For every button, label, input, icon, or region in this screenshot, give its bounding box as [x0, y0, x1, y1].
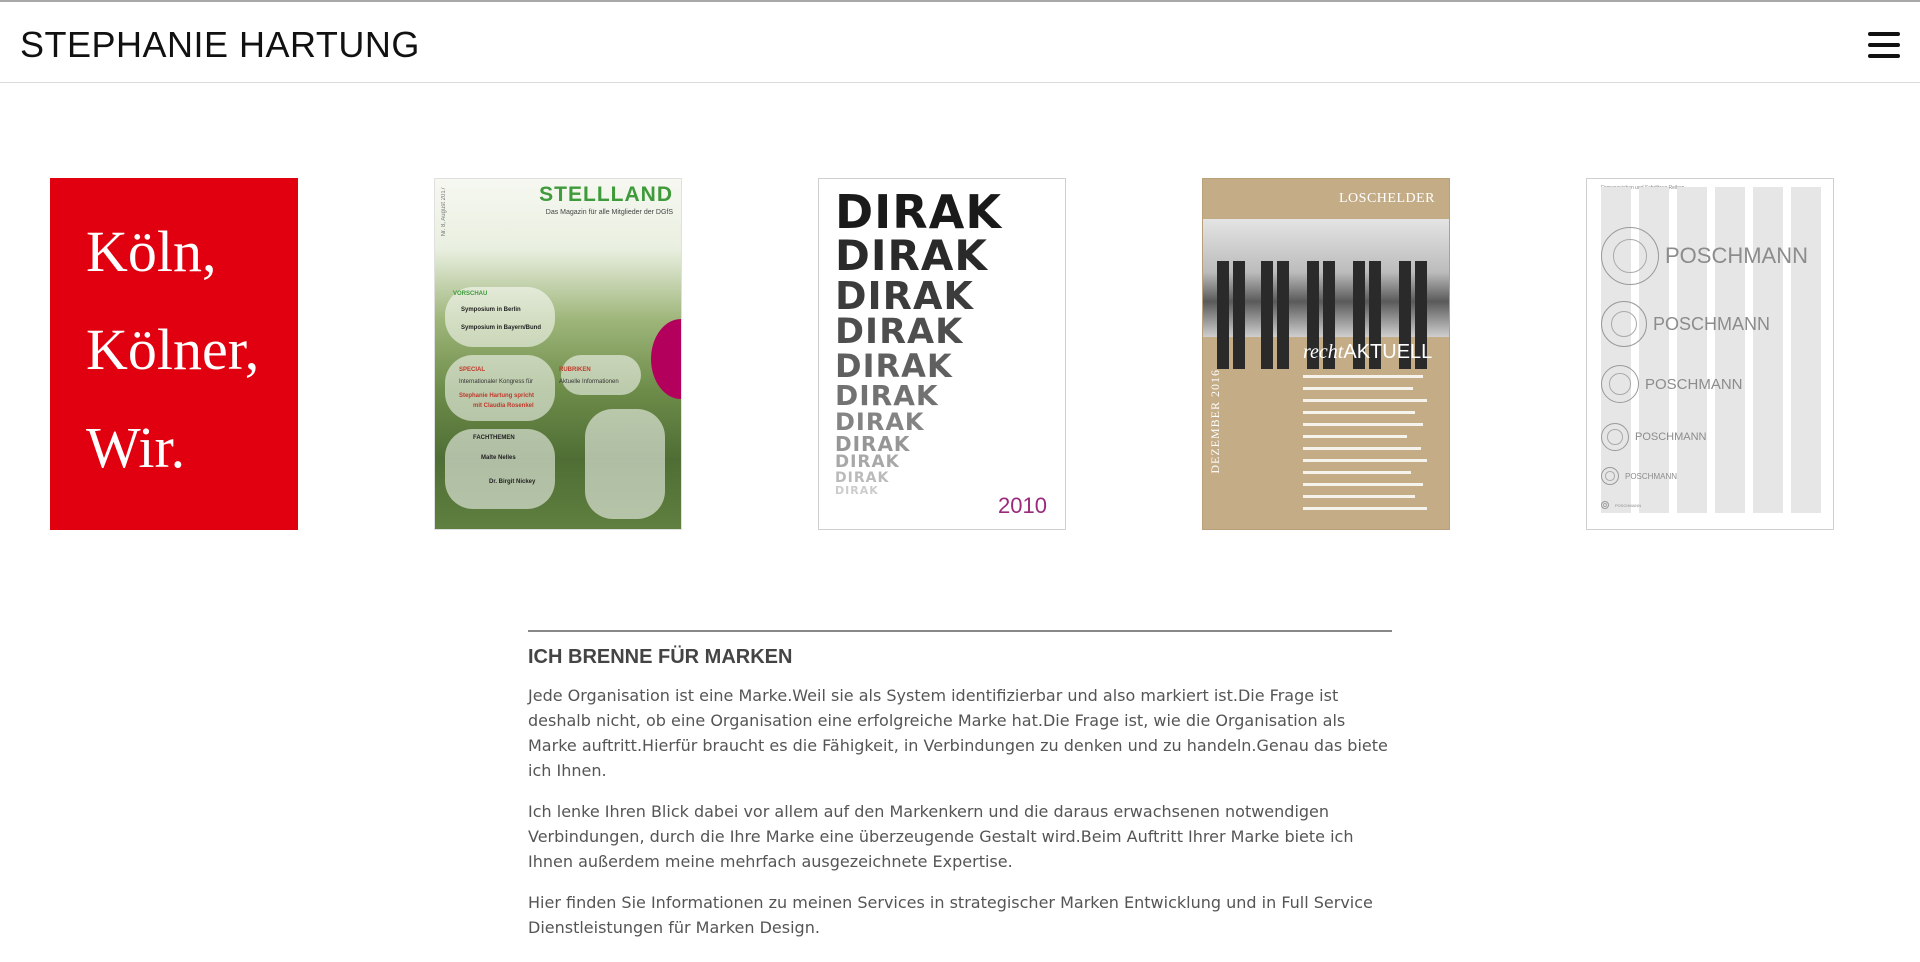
section-label: FACHTHEMEN — [473, 435, 515, 441]
about-section: ICH BRENNE FÜR MARKEN Jede Organisation … — [528, 630, 1392, 956]
about-paragraph: Ich lenke Ihren Blick dabei vor allem au… — [528, 802, 1354, 871]
photo-figure — [1261, 261, 1273, 369]
logo-text: POSCHMANN — [1625, 471, 1678, 481]
section-label: SPECIAL — [459, 367, 486, 373]
menu-bar — [1868, 43, 1900, 47]
poster-line: Kölner, — [86, 317, 260, 382]
site-title[interactable]: STEPHANIE HARTUNG — [20, 24, 420, 66]
poschmann-mark-icon — [1601, 227, 1659, 285]
toc-line — [1303, 507, 1427, 510]
about-paragraph: Hier finden Sie Informationen zu meinen … — [528, 893, 1373, 937]
hamburger-menu-icon[interactable] — [1868, 32, 1900, 58]
toc-line — [1303, 483, 1423, 486]
section-line: Symposium in Bayern/Bund — [461, 325, 542, 331]
section-label: VORSCHAU — [453, 291, 488, 297]
title-italic: recht — [1303, 341, 1344, 363]
portfolio-item-loschelder[interactable]: LOSCHELDER rechtAKTUELL DEZEMBER 2016 — [1202, 178, 1450, 530]
toc-line — [1303, 495, 1415, 498]
dirak-word: DIRAK — [835, 231, 988, 280]
section-line: Malte Nelles — [481, 455, 516, 461]
dirak-word: DIRAK — [835, 484, 879, 497]
loschelder-brand: LOSCHELDER — [1339, 191, 1435, 206]
toc-line — [1303, 435, 1407, 438]
photo-figure — [1277, 261, 1289, 369]
portfolio-item-dirak[interactable]: DIRAK DIRAK DIRAK DIRAK DIRAK DIRAK DIRA… — [818, 178, 1066, 530]
dirak-word: DIRAK — [835, 408, 925, 436]
dirak-year: 2010 — [998, 493, 1047, 518]
logo-text: POSCHMANN — [1645, 375, 1743, 393]
toc-line — [1303, 411, 1415, 414]
toc-line — [1303, 423, 1423, 426]
poschmann-mark-icon — [1601, 423, 1629, 451]
toc-line — [1303, 471, 1411, 474]
section-label: RUBRIKEN — [559, 367, 591, 373]
dirak-word: DIRAK — [835, 432, 911, 456]
portfolio-gallery: Köln, Kölner, Wir. STELLLAND Das Magazin… — [0, 178, 1920, 532]
magazine-subtitle: Das Magazin für alle Mitglieder der DGfS — [545, 209, 673, 216]
title-bold: AKTUELL — [1343, 341, 1433, 363]
section-line: mit Claudia Rosenkel — [473, 403, 534, 409]
menu-bar — [1868, 54, 1900, 58]
photo-figure — [1217, 261, 1229, 369]
poschmann-logo: POSCHMANN — [1601, 365, 1743, 403]
dirak-word: DIRAK — [835, 347, 953, 385]
dirak-word: DIRAK — [835, 312, 964, 352]
cover-photo — [1203, 219, 1449, 369]
section-line: Aktuelle Informationen — [559, 379, 619, 385]
cover-shape — [445, 429, 555, 509]
logo-text: POSCHMANN — [1615, 502, 1642, 508]
poschmann-mark-icon — [1601, 467, 1619, 485]
about-paragraph: Jede Organisation ist eine Marke.Weil si… — [528, 686, 1388, 780]
section-line: Dr. Birgit Nickey — [489, 479, 536, 485]
logo-text: POSCHMANN — [1635, 431, 1707, 443]
magazine-title: STELLLAND — [539, 183, 673, 206]
poschmann-logo: POSCHMANN — [1601, 423, 1707, 451]
toc-line — [1303, 459, 1427, 462]
toc-line — [1303, 399, 1427, 402]
cover-shape — [561, 355, 641, 395]
section-line: Symposium in Berlin — [461, 307, 521, 313]
dirak-word: DIRAK — [835, 274, 974, 318]
poschmann-logo: POSCHMANN — [1601, 467, 1677, 485]
section-line: Stephanie Hartung spricht — [459, 393, 535, 399]
poschmann-logo: POSCHMANN — [1601, 501, 1641, 509]
poschmann-logo: POSCHMANN — [1601, 227, 1808, 285]
site-header: STEPHANIE HARTUNG — [0, 2, 1920, 83]
dirak-word: DIRAK — [835, 452, 900, 472]
poschmann-mark-icon — [1601, 301, 1647, 347]
photo-figure — [1233, 261, 1245, 369]
cover-shape — [585, 409, 665, 519]
toc-line — [1303, 375, 1423, 378]
toc-line — [1303, 447, 1421, 450]
poschmann-mark-icon — [1601, 501, 1609, 509]
dirak-word: DIRAK — [835, 185, 1002, 239]
poschmann-logo: POSCHMANN — [1601, 301, 1770, 347]
poschmann-mark-icon — [1601, 365, 1639, 403]
cover-shape — [445, 355, 555, 421]
issue-date: DEZEMBER 2016 — [1208, 369, 1222, 474]
toc-line — [1303, 387, 1413, 390]
portfolio-item-stellland[interactable]: STELLLAND Das Magazin für alle Mitgliede… — [434, 178, 682, 530]
portfolio-item-koeln[interactable]: Köln, Kölner, Wir. — [50, 178, 298, 530]
poster-line: Köln, — [86, 219, 217, 284]
magazine-issue: Nr. 8, August 2017 — [441, 187, 447, 237]
recht-aktuell-title: rechtAKTUELL — [1303, 341, 1432, 364]
section-line: Internationaler Kongress für — [459, 379, 534, 385]
dirak-word: DIRAK — [835, 470, 890, 486]
logo-text: POSCHMANN — [1653, 313, 1771, 334]
about-heading: ICH BRENNE FÜR MARKEN — [528, 646, 793, 668]
portfolio-item-poschmann[interactable]: Firmenzeichen und Schriftzug Reihen POSC… — [1586, 178, 1834, 530]
logo-text: POSCHMANN — [1665, 243, 1809, 268]
menu-bar — [1868, 32, 1900, 36]
poster-line: Wir. — [86, 415, 186, 480]
cover-accent — [651, 319, 681, 399]
dirak-word: DIRAK — [835, 379, 939, 412]
